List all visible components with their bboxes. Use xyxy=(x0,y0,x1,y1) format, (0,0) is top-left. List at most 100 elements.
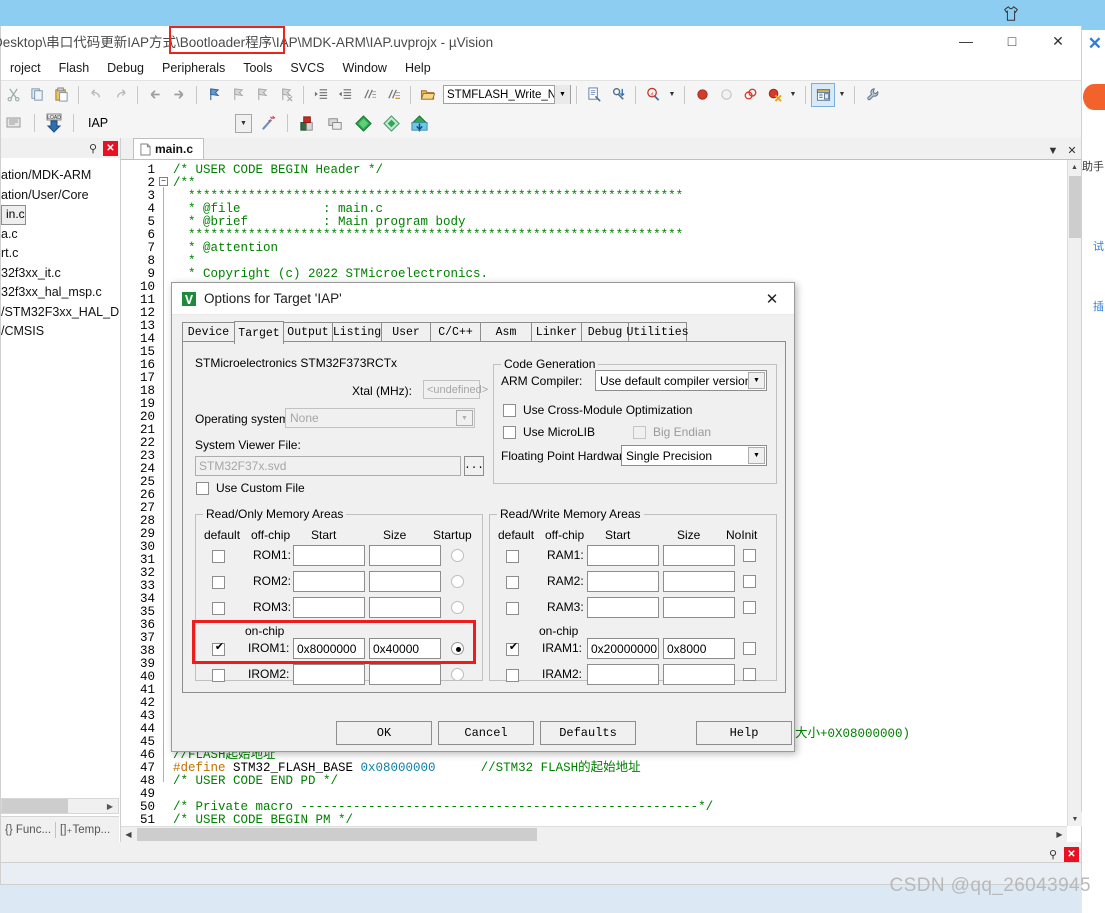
vscroll-thumb[interactable] xyxy=(1069,176,1081,238)
project-hscrollbar[interactable]: ▶ xyxy=(1,798,119,814)
comment-icon[interactable] xyxy=(358,84,380,106)
back-arrow-icon[interactable] xyxy=(144,84,166,106)
build-icon[interactable] xyxy=(295,111,319,135)
find-in-files-icon[interactable] xyxy=(607,84,629,106)
ram2-start-field[interactable] xyxy=(587,571,659,592)
undo-icon[interactable] xyxy=(85,84,107,106)
breakpoint-kill-icon[interactable] xyxy=(763,84,785,106)
bookmark-toggle-icon[interactable] xyxy=(203,84,225,106)
chevron-down-icon[interactable]: ▼ xyxy=(748,447,765,464)
tree-item-0[interactable]: ation/MDK-ARM xyxy=(1,166,120,186)
rom1-start-field[interactable] xyxy=(293,545,365,566)
cancel-button[interactable]: Cancel xyxy=(438,721,534,745)
magnifier-icon[interactable]: d xyxy=(642,84,664,106)
iram2-size-field[interactable] xyxy=(663,664,735,685)
xtal-field[interactable]: <undefined> xyxy=(423,380,480,399)
tree-item-6[interactable]: 32f3xx_it.c xyxy=(1,264,120,284)
ram1-start-field[interactable] xyxy=(587,545,659,566)
tab-target[interactable]: Target xyxy=(234,321,284,344)
cut-icon[interactable] xyxy=(2,84,24,106)
menu-item-help[interactable]: Help xyxy=(396,58,440,78)
rebuild-icon[interactable] xyxy=(323,111,347,135)
breakpoint-icon[interactable] xyxy=(691,84,713,106)
configure-wrench-icon[interactable] xyxy=(861,84,883,106)
tab-close-icon[interactable]: ✕ xyxy=(1065,144,1079,157)
breakpoint-dropdown-icon[interactable]: ▼ xyxy=(787,84,799,106)
target-combo-chevron-icon[interactable]: ▼ xyxy=(235,114,252,133)
tree-item-7[interactable]: 32f3xx_hal_msp.c xyxy=(1,283,120,303)
load-download-icon[interactable]: LOAD xyxy=(42,111,66,135)
window-layout-icon[interactable] xyxy=(812,84,834,106)
ram3-start-field[interactable] xyxy=(587,597,659,618)
ram2-default-checkbox[interactable] xyxy=(506,576,519,589)
background-close-icon[interactable]: ✕ xyxy=(1088,34,1102,54)
rom2-startup-radio[interactable] xyxy=(451,575,464,588)
rom3-size-field[interactable] xyxy=(369,597,441,618)
ram3-size-field[interactable] xyxy=(663,597,735,618)
ram2-noinit-checkbox[interactable] xyxy=(743,575,756,588)
defaults-button[interactable]: Defaults xyxy=(540,721,636,745)
code-fold-bar[interactable]: − xyxy=(157,160,171,826)
tree-item-1[interactable]: ation/User/Core xyxy=(1,186,120,206)
arm-compiler-select[interactable]: Use default compiler version 5 ▼ xyxy=(595,370,767,391)
pin-icon[interactable]: ⚲ xyxy=(85,140,101,156)
irom1-default-checkbox[interactable] xyxy=(212,643,225,656)
system-viewer-field[interactable]: STM32F37x.svd xyxy=(195,456,461,476)
tab-templates[interactable]: []₊Temp... xyxy=(56,819,114,841)
ram1-size-field[interactable] xyxy=(663,545,735,566)
chevron-down-icon[interactable]: ▼ xyxy=(748,372,765,389)
editor-vscrollbar[interactable]: ▲ ▼ xyxy=(1067,160,1081,826)
insert-file-icon[interactable] xyxy=(3,111,27,135)
tab-functions[interactable]: {} Func... xyxy=(1,819,55,841)
fold-collapse-icon[interactable]: − xyxy=(159,177,168,186)
bookmark-prev-icon[interactable] xyxy=(227,84,249,106)
tree-item-4[interactable]: a.c xyxy=(1,225,120,245)
project-hscroll-thumb[interactable] xyxy=(2,799,68,813)
stop-build-icon[interactable] xyxy=(379,111,403,135)
menu-item-project[interactable]: roject xyxy=(1,58,50,78)
ok-button[interactable]: OK xyxy=(336,721,432,745)
tab-user[interactable]: User xyxy=(381,322,431,342)
menu-item-svcs[interactable]: SVCS xyxy=(281,58,333,78)
tree-item-2[interactable]: in.c xyxy=(1,205,26,225)
output-close-icon[interactable]: ✕ xyxy=(1064,847,1079,862)
open-folder-icon[interactable] xyxy=(417,84,439,106)
rom3-default-checkbox[interactable] xyxy=(212,602,225,615)
batch-build-icon[interactable] xyxy=(351,111,375,135)
system-viewer-browse-button[interactable]: ... xyxy=(464,456,484,476)
iram2-noinit-checkbox[interactable] xyxy=(743,668,756,681)
help-button[interactable]: Help xyxy=(696,721,792,745)
irom2-size-field[interactable] xyxy=(369,664,441,685)
tab-device[interactable]: Device xyxy=(182,322,235,342)
forward-arrow-icon[interactable] xyxy=(168,84,190,106)
iram2-start-field[interactable] xyxy=(587,664,659,685)
irom1-startup-radio[interactable] xyxy=(451,642,464,655)
bookmark-next-icon[interactable] xyxy=(251,84,273,106)
tree-item-5[interactable]: rt.c xyxy=(1,244,120,264)
tab-listing[interactable]: Listing xyxy=(332,322,382,342)
tab-utilities[interactable]: Utilities xyxy=(628,322,687,342)
tree-item-8[interactable]: /STM32F3xx_HAL_Driv xyxy=(1,303,120,323)
hscroll-thumb[interactable] xyxy=(137,828,537,841)
ram1-default-checkbox[interactable] xyxy=(506,550,519,563)
hscroll-right-arrow[interactable]: ▶ xyxy=(1052,827,1067,842)
target-options-magic-icon[interactable] xyxy=(256,111,280,135)
file-find-icon[interactable] xyxy=(583,84,605,106)
layout-dropdown-icon[interactable]: ▼ xyxy=(836,84,848,106)
rom1-size-field[interactable] xyxy=(369,545,441,566)
target-combo[interactable]: IAP xyxy=(85,114,233,133)
download-to-flash-icon[interactable] xyxy=(407,111,431,135)
hscroll-left-arrow[interactable]: ◀ xyxy=(121,827,136,842)
tree-item-9[interactable]: /CMSIS xyxy=(1,322,120,342)
rom2-size-field[interactable] xyxy=(369,571,441,592)
magnifier-dropdown-icon[interactable]: ▼ xyxy=(666,84,678,106)
iram2-default-checkbox[interactable] xyxy=(506,669,519,682)
project-hscroll-right-arrow[interactable]: ▶ xyxy=(102,799,118,813)
paste-icon[interactable] xyxy=(50,84,72,106)
ram3-noinit-checkbox[interactable] xyxy=(743,601,756,614)
output-pin-icon[interactable]: ⚲ xyxy=(1045,846,1061,862)
cross-module-optimization-checkbox[interactable] xyxy=(503,404,516,417)
dialog-close-button[interactable]: ✕ xyxy=(750,283,794,315)
rom3-startup-radio[interactable] xyxy=(451,601,464,614)
iram1-noinit-checkbox[interactable] xyxy=(743,642,756,655)
